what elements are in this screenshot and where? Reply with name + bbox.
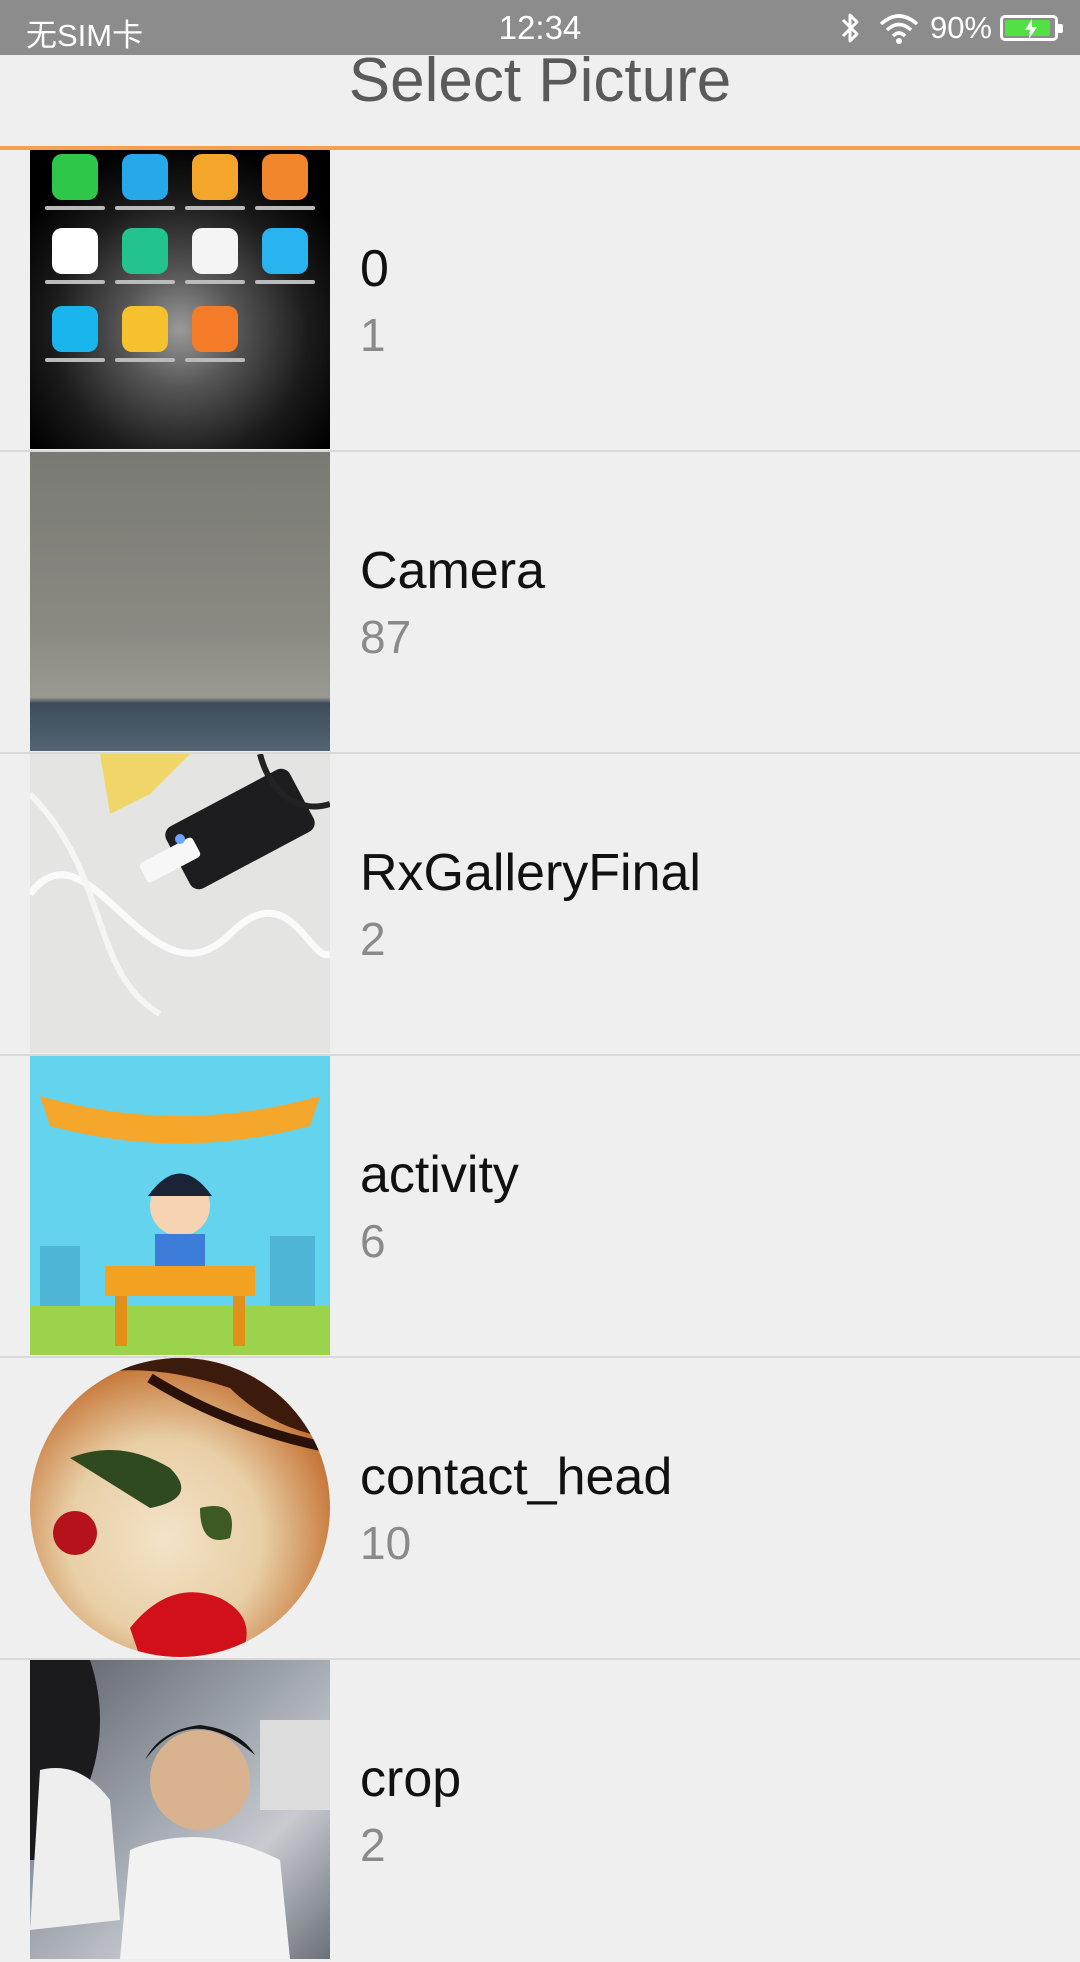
- status-bar: 无SIM卡 12:34 90%: [0, 0, 1080, 55]
- album-name: Camera: [360, 542, 545, 600]
- album-thumbnail: [30, 150, 330, 449]
- usb-hub-photo: [30, 754, 330, 1017]
- album-thumbnail: [30, 1660, 330, 1959]
- album-name: crop: [360, 1750, 462, 1808]
- album-thumbnail: [30, 754, 330, 1053]
- album-thumbnail: [30, 452, 330, 751]
- battery-percent: 90%: [929, 10, 992, 45]
- album-thumbnail: [30, 1358, 330, 1657]
- album-info: activity 6: [360, 1144, 519, 1272]
- album-list[interactable]: 0 1 Camera 87 RxGalleryFinal 2 activity …: [0, 150, 1080, 1962]
- album-info: Camera 87: [360, 540, 545, 668]
- album-row-rxgalleryfinal[interactable]: RxGalleryFinal 2: [0, 754, 1080, 1056]
- violin-rose-image: [30, 1358, 330, 1657]
- album-name: contact_head: [360, 1448, 673, 1506]
- album-name: RxGalleryFinal: [360, 844, 701, 902]
- status-icons: 90%: [838, 8, 1063, 48]
- album-info: RxGalleryFinal 2: [360, 842, 701, 970]
- cartoon-poster-image: [30, 1096, 330, 1355]
- album-count: 87: [360, 611, 412, 663]
- album-count: 6: [360, 1215, 386, 1267]
- album-row-0[interactable]: 0 1: [0, 150, 1080, 452]
- bluetooth-icon: [841, 13, 859, 43]
- album-count: 1: [360, 309, 386, 361]
- wifi-icon: [879, 14, 919, 44]
- album-row-activity[interactable]: activity 6: [0, 1056, 1080, 1358]
- people-photo: [30, 1660, 330, 1959]
- album-row-contact-head[interactable]: contact_head 10: [0, 1358, 1080, 1660]
- album-info: crop 2: [360, 1748, 461, 1876]
- album-info: contact_head 10: [360, 1446, 672, 1574]
- album-name: 0: [360, 240, 389, 298]
- title-bar: Select Picture: [0, 46, 1080, 150]
- album-count: 10: [360, 1517, 412, 1569]
- album-row-camera[interactable]: Camera 87: [0, 452, 1080, 754]
- album-name: activity: [360, 1146, 519, 1204]
- album-thumbnail: [30, 1056, 330, 1355]
- album-count: 2: [360, 913, 386, 965]
- album-count: 2: [360, 1819, 386, 1871]
- battery-charging-icon: [1000, 15, 1063, 41]
- album-row-crop[interactable]: crop 2: [0, 1660, 1080, 1962]
- page-title: Select Picture: [348, 46, 732, 115]
- album-info: 0 1: [360, 238, 389, 366]
